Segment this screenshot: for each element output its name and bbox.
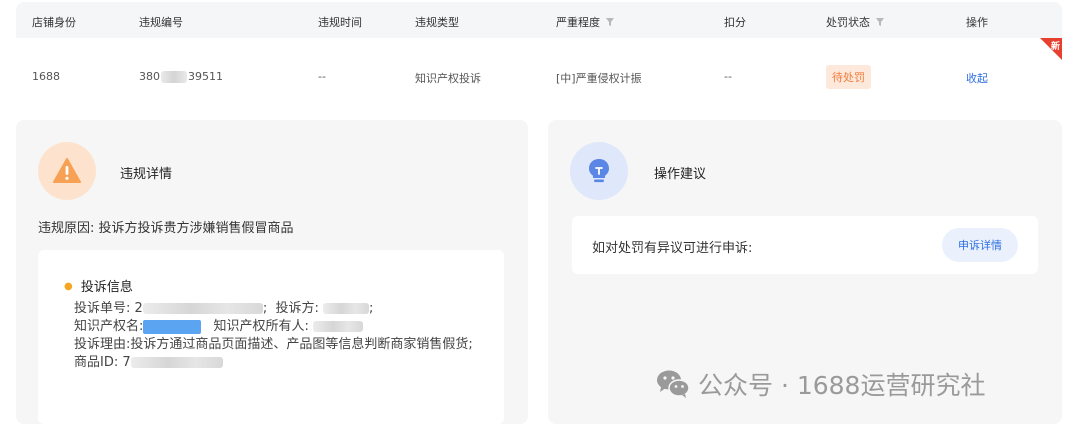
violation-id-suffix: 39511 — [188, 70, 223, 83]
redaction-mask — [161, 71, 187, 83]
cell-violation-id: 380 39511 — [139, 70, 223, 83]
complaint-ip-line: 知识产权名: 知识产权所有人: — [74, 318, 484, 336]
header-deduction: 扣分 — [724, 16, 746, 29]
warning-icon — [38, 142, 96, 200]
redaction-mask — [130, 357, 223, 368]
complaint-info-card: ● 投诉信息 投诉单号: 2; 投诉方: ; 知识产权名: 知识产权所有人: 投… — [38, 250, 504, 424]
complaint-heading: ● 投诉信息 — [64, 276, 133, 295]
filter-icon[interactable] — [606, 18, 614, 26]
watermark: 公众号 · 1688运营研究社 — [656, 366, 985, 402]
cell-shop-identity: 1688 — [32, 70, 60, 83]
complaint-product-line: 商品ID: 7 — [74, 354, 484, 372]
header-action: 操作 — [966, 16, 988, 29]
watermark-text: 公众号 · 1688运营研究社 — [698, 371, 986, 400]
violation-details-panel: 违规详情 违规原因: 投诉方投诉贵方涉嫌销售假冒商品 ● 投诉信息 投诉单号: … — [16, 120, 528, 424]
violation-reason: 违规原因: 投诉方投诉贵方涉嫌销售假冒商品 — [38, 217, 294, 236]
complaint-details: 投诉单号: 2; 投诉方: ; 知识产权名: 知识产权所有人: 投诉理由:投诉方… — [74, 300, 484, 372]
header-violation-id: 违规编号 — [139, 16, 183, 29]
status-badge: 待处罚 — [826, 65, 871, 89]
cell-violation-time: -- — [318, 70, 326, 83]
lightbulb-icon — [570, 142, 628, 200]
redaction-mask — [313, 321, 364, 332]
appeal-details-button[interactable]: 申诉详情 — [942, 228, 1018, 262]
cell-deduction: -- — [724, 70, 732, 83]
table-header: 店铺身份 违规编号 违规时间 违规类型 严重程度 扣分 处罚状态 操作 — [16, 2, 1062, 38]
selected-redaction-mask — [143, 319, 202, 334]
collapse-link[interactable]: 收起 — [966, 70, 988, 86]
order-no-label: 投诉单号: — [74, 301, 131, 316]
complaint-reason-value: 投诉方通过商品页面描述、产品图等信息判断商家销售假货; — [130, 337, 473, 352]
order-no-value: 2 — [134, 301, 143, 316]
bullet-dot-icon: ● — [64, 281, 73, 292]
product-id-value: 7 — [122, 355, 131, 370]
complaint-heading-label: 投诉信息 — [80, 280, 133, 295]
header-shop-identity: 店铺身份 — [32, 16, 76, 29]
panel-title: 违规详情 — [120, 167, 173, 182]
redaction-mask — [323, 303, 369, 314]
violation-id-prefix: 380 — [139, 70, 160, 83]
ip-name-label: 知识产权名: — [74, 319, 144, 334]
operation-advice-panel: 操作建议 如对处罚有异议可进行申诉: 申诉详情 公众号 · 1688运营研究社 — [548, 120, 1062, 424]
table-row: 1688 380 39511 -- 知识产权投诉 [中]严重侵权计振 -- 待处罚… — [16, 38, 1062, 114]
filter-icon[interactable] — [876, 18, 884, 26]
header-severity-label: 严重程度 — [556, 16, 600, 29]
cell-severity: [中]严重侵权计振 — [556, 72, 642, 85]
panel-title: 操作建议 — [654, 167, 707, 182]
complaint-order-line: 投诉单号: 2; 投诉方: ; — [74, 301, 374, 316]
ip-owner-label: 知识产权所有人: — [213, 319, 309, 334]
appeal-text: 如对处罚有异议可进行申诉: — [592, 241, 753, 256]
reason-value: 投诉方投诉贵方涉嫌销售假冒商品 — [98, 221, 294, 236]
complaint-reason-label: 投诉理由: — [74, 337, 131, 352]
product-id-label: 商品ID: — [74, 355, 119, 370]
reason-label: 违规原因: — [38, 221, 95, 236]
complaint-reason-line: 投诉理由:投诉方通过商品页面描述、产品图等信息判断商家销售假货; — [74, 336, 484, 354]
redaction-mask — [142, 303, 263, 314]
appeal-card: 如对处罚有异议可进行申诉: 申诉详情 — [572, 216, 1038, 274]
header-penalty-status-label: 处罚状态 — [826, 16, 870, 29]
header-violation-type: 违规类型 — [415, 16, 459, 29]
complainant-label: 投诉方: — [275, 301, 319, 316]
header-severity[interactable]: 严重程度 — [556, 14, 614, 30]
header-violation-time: 违规时间 — [318, 16, 362, 29]
cell-violation-type: 知识产权投诉 — [415, 72, 481, 85]
wechat-icon — [656, 369, 690, 399]
new-badge-label: 新 — [1050, 42, 1060, 52]
header-penalty-status[interactable]: 处罚状态 — [826, 14, 884, 30]
